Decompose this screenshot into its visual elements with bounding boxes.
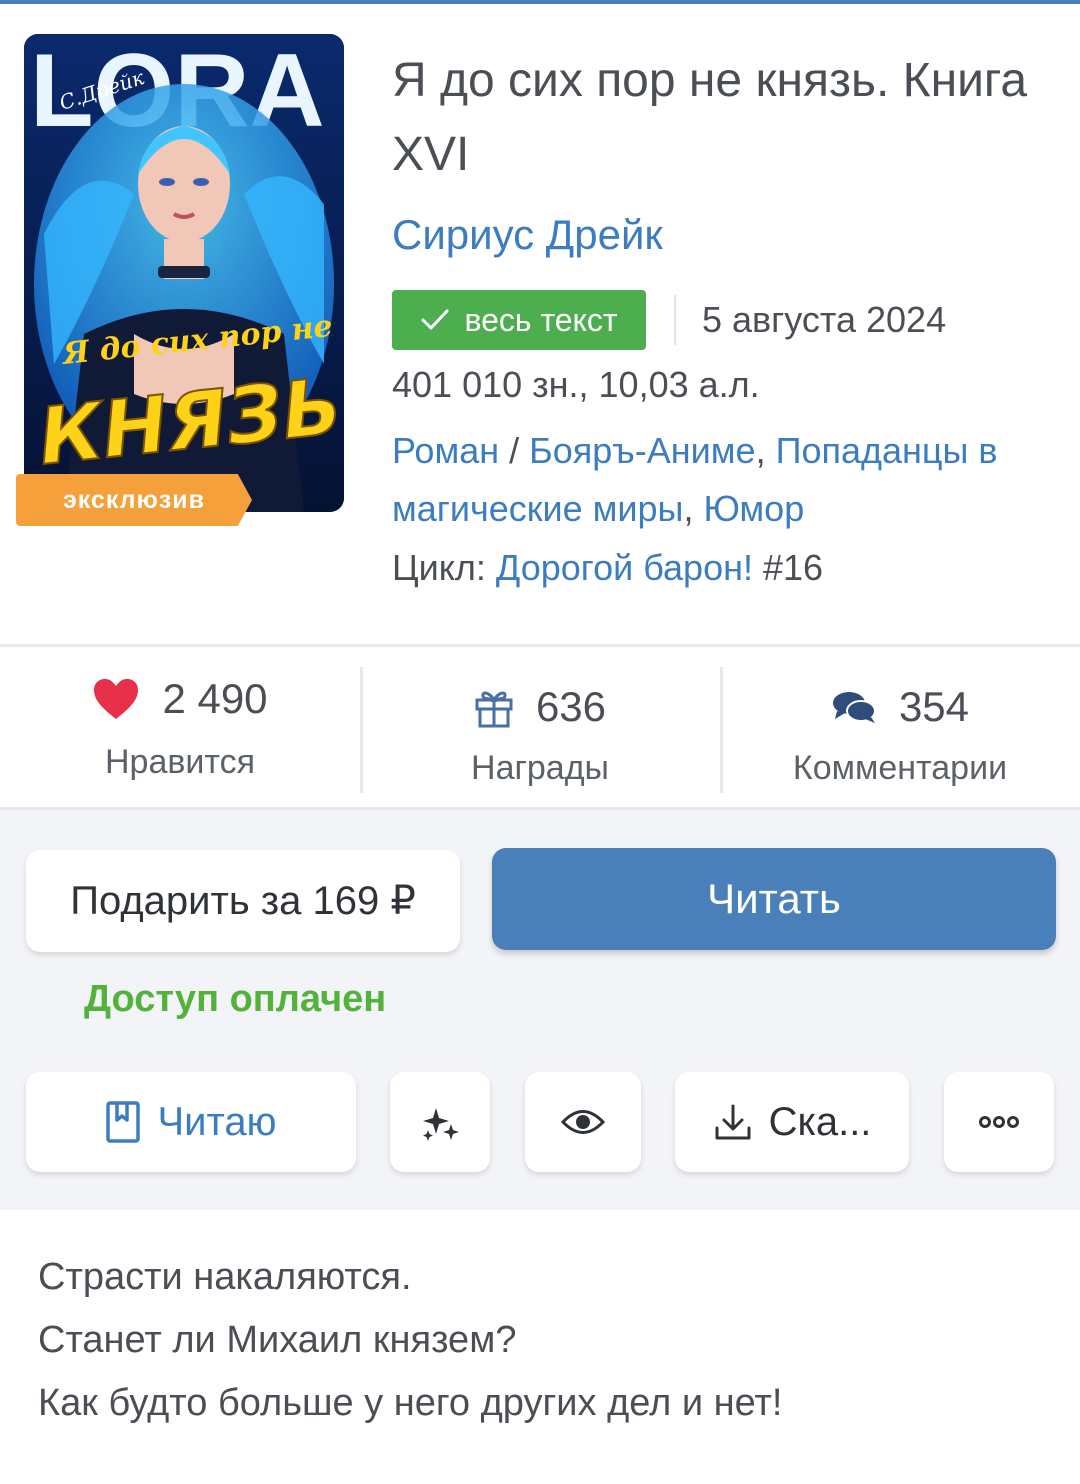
stat-comments-top: 354 (831, 677, 969, 737)
genre-link-boyar-anime[interactable]: Бояръ-Аниме (529, 430, 755, 471)
author-link[interactable]: Сириус Дрейк (392, 210, 1052, 260)
cycle-label: Цикл: (392, 547, 496, 588)
likes-label: Нравится (104, 743, 256, 781)
stat-awards-top: 636 (474, 677, 606, 737)
stats-bar: 2 490 Нравится 636 Награды 354 Комментар… (0, 644, 1080, 810)
exclusive-badge: эксклюзив (16, 474, 252, 526)
cycle-number: #16 (752, 547, 824, 588)
eye-icon (561, 1110, 605, 1134)
genre-separator: , (755, 430, 776, 471)
meta-divider (674, 295, 676, 345)
book-cover[interactable]: LORA Я до сих пор не КНЯЗЬ С.Дрейк (24, 34, 344, 512)
book-description: Страсти накаляются. Станет ли Михаил кня… (38, 1246, 1048, 1435)
awards-count: 636 (535, 683, 607, 730)
stat-awards[interactable]: 636 Награды (360, 647, 720, 807)
genres-list: Роман / Бояръ-Аниме, Попаданцы в магичес… (392, 422, 1052, 538)
genre-link-humor[interactable]: Юмор (703, 488, 804, 529)
fulltext-label: весь текст (464, 301, 618, 338)
description-line: Как будто больше у него других дел и нет… (38, 1382, 783, 1424)
stat-comments[interactable]: 354 Комментарии (720, 647, 1080, 807)
book-title: Я до сих пор не князь. Книга XVI (392, 54, 1028, 181)
genre-separator: / (499, 430, 530, 471)
stat-likes[interactable]: 2 490 Нравится (0, 647, 360, 807)
comments-icon (832, 692, 876, 723)
bookmark-book-icon (106, 1101, 141, 1143)
likes-count: 2 490 (162, 675, 268, 722)
download-button[interactable]: Ска... (675, 1072, 909, 1172)
read-button[interactable]: Читать (492, 848, 1056, 950)
more-dots-icon (979, 1116, 1019, 1128)
watch-button[interactable] (525, 1072, 641, 1172)
comments-count: 354 (898, 683, 970, 730)
description-line: Станет ли Михаил князем? (38, 1319, 517, 1361)
genre-separator: , (683, 488, 704, 529)
heart-icon (94, 679, 139, 719)
gift-button[interactable]: Подарить за 169 ₽ (26, 850, 460, 952)
cycle-info: Цикл: Дорогой барон! #16 (392, 542, 1052, 594)
book-info: Я до сих пор не князь. Книга XVI Сириус … (392, 44, 1052, 594)
book-size: 401 010 зн., 10,03 а.л. (392, 364, 760, 405)
magic-button[interactable] (390, 1072, 490, 1172)
fulltext-badge: весь текст (392, 290, 646, 350)
comments-label: Комментарии (792, 749, 1008, 787)
awards-label: Награды (471, 749, 609, 787)
download-label: Ска... (768, 1099, 872, 1144)
check-icon (421, 309, 449, 330)
cycle-link[interactable]: Дорогой барон! (496, 547, 753, 588)
reading-button[interactable]: Читаю (26, 1072, 356, 1172)
sparkles-icon (423, 1108, 459, 1141)
access-status: Доступ оплачен (84, 978, 387, 1020)
reading-label: Читаю (157, 1099, 277, 1144)
actions-panel: Подарить за 169 ₽ Читать Доступ оплачен … (0, 810, 1080, 1210)
meta-row: весь текст 5 августа 2024 (392, 290, 1052, 350)
publish-date: 5 августа 2024 (702, 299, 947, 340)
more-button[interactable] (944, 1072, 1054, 1172)
gift-icon (475, 691, 513, 728)
genre-link-roman[interactable]: Роман (392, 430, 499, 471)
book-header: LORA Я до сих пор не КНЯЗЬ С.Дрейк экскл… (0, 4, 1080, 644)
description-line: Страсти накаляются. (38, 1256, 412, 1298)
download-icon (715, 1104, 751, 1140)
stat-likes-top: 2 490 (92, 669, 268, 729)
